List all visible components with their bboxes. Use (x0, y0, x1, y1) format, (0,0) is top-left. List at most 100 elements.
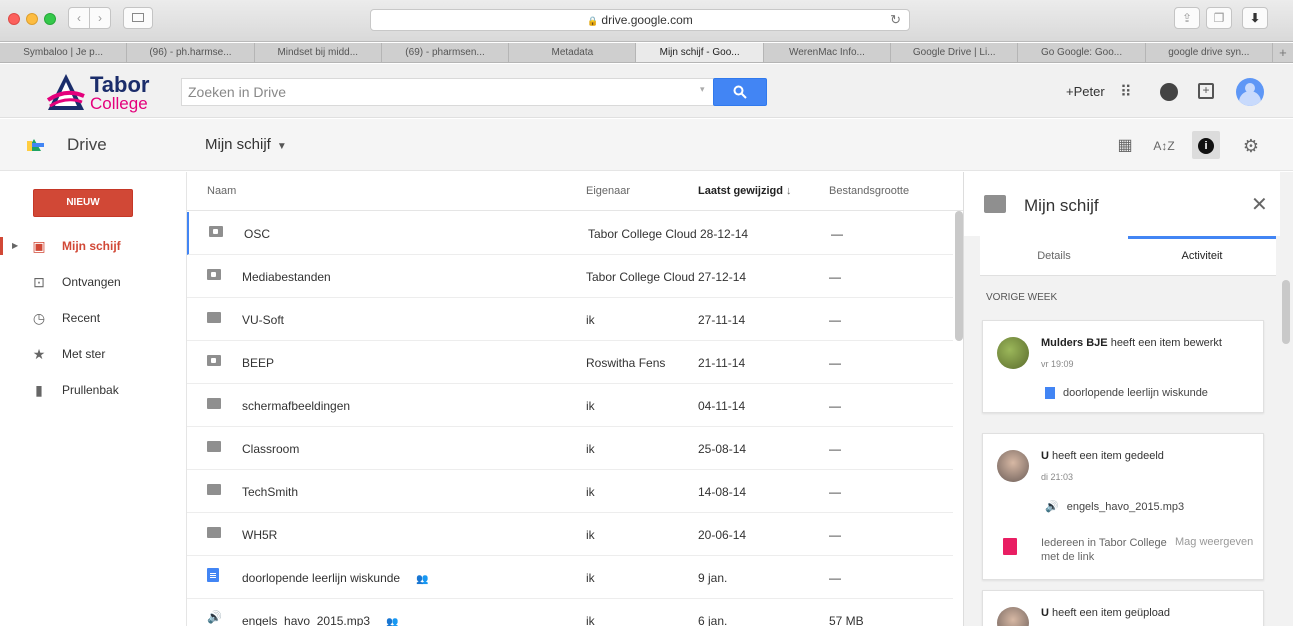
activity-file-link[interactable]: doorlopende leerlijn wiskunde (1045, 387, 1208, 400)
location-label: Mijn schijf (205, 136, 271, 153)
file-owner: ik (586, 313, 595, 327)
search-icon (733, 85, 747, 99)
sidebar-item-recent[interactable]: ◷ Recent (0, 301, 186, 335)
activity-card[interactable]: U heeft een item geüpload (982, 590, 1264, 626)
panel-scrollbar[interactable] (1282, 280, 1290, 344)
doc-icon (1045, 387, 1055, 400)
share-plus-icon[interactable]: + (1198, 83, 1214, 99)
activity-card[interactable]: Mulders BJE heeft een item bewerkt vr 19… (982, 320, 1264, 413)
sidebar-item-ontvangen[interactable]: ⊡ Ontvangen (0, 265, 186, 299)
new-button[interactable]: NIEUW (33, 189, 133, 217)
share-button[interactable]: ⇪ (1174, 7, 1200, 29)
activity-headline: U heeft een item gedeeld (1041, 450, 1164, 462)
sort-down-arrow-icon: ↓ (786, 185, 792, 197)
apps-grid-icon[interactable]: ⠿ (1120, 82, 1132, 102)
column-owner[interactable]: Eigenaar (586, 185, 630, 197)
file-list-header: Naam Eigenaar Laatst gewijzigd ↓ Bestand… (187, 172, 964, 211)
search-options-caret-icon[interactable]: ▾ (700, 84, 705, 95)
table-row[interactable]: TechSmith ik 14-08-14 — (187, 470, 953, 513)
share-audience: Iedereen in Tabor College met de link (1041, 537, 1167, 563)
avatar[interactable] (1236, 78, 1264, 106)
column-size[interactable]: Bestandsgrootte (829, 185, 909, 197)
sort-az-icon[interactable]: A↕Z (1153, 135, 1175, 157)
file-owner: ik (586, 399, 595, 413)
address-bar[interactable]: 🔒 drive.google.com ↻ (370, 9, 910, 31)
location-dropdown[interactable]: Mijn schijf ▼ (205, 136, 287, 153)
download-icon: ⬇ (1249, 11, 1261, 25)
browser-tab[interactable]: Mindset bij midd... (255, 43, 382, 62)
file-size: — (829, 571, 841, 585)
browser-tab[interactable]: Go Google: Goo... (1018, 43, 1146, 62)
forward-button[interactable]: › (89, 7, 111, 29)
sidebar-item-prullenbak[interactable]: ▮ Prullenbak (0, 373, 186, 407)
back-button[interactable]: ‹ (68, 7, 90, 29)
tab-details[interactable]: Details (980, 250, 1128, 262)
table-row[interactable]: doorlopende leerlijn wiskunde 👥 ik 9 jan. — (187, 556, 953, 599)
browser-tab[interactable]: (69) - pharmsen... (382, 43, 510, 62)
file-owner: Roswitha Fens (586, 356, 666, 370)
table-row[interactable]: VU-Soft ik 27-11-14 — (187, 298, 953, 341)
shared-folder-icon (207, 269, 221, 280)
column-name[interactable]: Naam (207, 185, 236, 197)
panel-header: Mijn schijf ✕ (964, 172, 1280, 236)
show-tabs-button[interactable]: ❐ (1206, 7, 1232, 29)
file-name: doorlopende leerlijn wiskunde 👥 (242, 571, 429, 585)
column-modified[interactable]: Laatst gewijzigd ↓ (698, 185, 792, 197)
file-owner: ik (586, 485, 595, 499)
sidebar-item-met-ster[interactable]: ★ Met ster (0, 337, 186, 371)
table-row[interactable]: OSC Tabor College Cloud Drive 28-12-14— (187, 212, 953, 255)
file-name-text: engels_havo_2015.mp3 (242, 614, 371, 626)
file-owner: ik (586, 442, 595, 456)
notifications-icon[interactable] (1160, 83, 1178, 101)
table-row[interactable]: BEEP Roswitha Fens 21-11-14 — (187, 341, 953, 384)
file-name: OSC (244, 227, 270, 241)
folder-icon (207, 484, 221, 495)
table-row[interactable]: schermafbeeldingen ik 04-11-14 — (187, 384, 953, 427)
activity-file-link[interactable]: 🔊 engels_havo_2015.mp3 (1045, 500, 1184, 513)
grid-view-icon[interactable]: ▦ (1114, 135, 1136, 157)
table-row[interactable]: 🔊 engels_havo_2015.mp3 👥 ik 6 jan. 57 MB (187, 599, 953, 626)
file-size: — (829, 313, 841, 327)
file-size: — (829, 442, 841, 456)
folder-icon (207, 441, 221, 452)
details-info-icon[interactable]: i (1192, 131, 1220, 159)
file-modified: 6 jan. (698, 614, 730, 626)
activity-card[interactable]: U heeft een item gedeeld di 21:03 🔊 engel… (982, 433, 1264, 580)
file-name-text: schermafbeeldingen (242, 399, 351, 413)
sidebar-toggle-button[interactable] (123, 7, 153, 29)
browser-tab[interactable]: google drive syn... (1146, 43, 1273, 62)
reload-icon[interactable]: ↻ (890, 10, 901, 30)
tab-activity[interactable]: Activiteit (1128, 250, 1276, 262)
zoom-window-button[interactable] (44, 13, 56, 25)
file-modified: 14-08-14 (698, 485, 749, 499)
browser-tab[interactable]: Symbaloo | Je p... (0, 43, 128, 62)
browser-tab[interactable]: (96) - ph.harmse... (127, 43, 255, 62)
google-plus-link[interactable]: +Peter (1066, 84, 1105, 99)
close-window-button[interactable] (8, 13, 20, 25)
minimize-window-button[interactable] (26, 13, 38, 25)
table-row[interactable]: WH5R ik 20-06-14 — (187, 513, 953, 556)
browser-tab[interactable]: Metadata (509, 43, 637, 62)
table-row[interactable]: Classroom ik 25-08-14 — (187, 427, 953, 470)
browser-tab[interactable]: WerenMac Info... (764, 43, 892, 62)
search-button[interactable] (713, 78, 767, 106)
browser-tab[interactable]: Mijn schijf - Goo... (636, 43, 764, 62)
extension-button[interactable]: ⬇ (1242, 7, 1268, 29)
drive-app-label[interactable]: Drive (67, 135, 107, 155)
file-name-text: doorlopende leerlijn wiskunde (242, 571, 401, 585)
gear-icon[interactable]: ⚙ (1240, 135, 1262, 157)
activity-file-name: engels_havo_2015.mp3 (1066, 501, 1185, 513)
new-tab-button[interactable]: + (1273, 43, 1293, 62)
column-modified-label: Laatst gewijzigd (698, 185, 783, 197)
expand-arrow-icon[interactable]: ▶ (12, 229, 18, 263)
details-panel: Mijn schijf ✕ Details Activiteit VORIGE … (963, 172, 1293, 626)
sidebar-item-mijn-schijf[interactable]: ▶ ▣ Mijn schijf (0, 229, 186, 263)
browser-tab[interactable]: Google Drive | Li... (891, 43, 1019, 62)
file-name-text: OSC (244, 227, 271, 241)
tabor-college-logo[interactable]: Tabor College (44, 70, 174, 114)
table-row[interactable]: Mediabestanden Tabor College Cloud Drive 2… (187, 255, 953, 298)
file-list-scrollbar[interactable] (955, 211, 963, 341)
file-list: Naam Eigenaar Laatst gewijzigd ↓ Bestand… (186, 172, 964, 626)
search-input[interactable]: Zoeken in Drive (181, 78, 719, 106)
close-icon[interactable]: ✕ (1251, 192, 1268, 217)
